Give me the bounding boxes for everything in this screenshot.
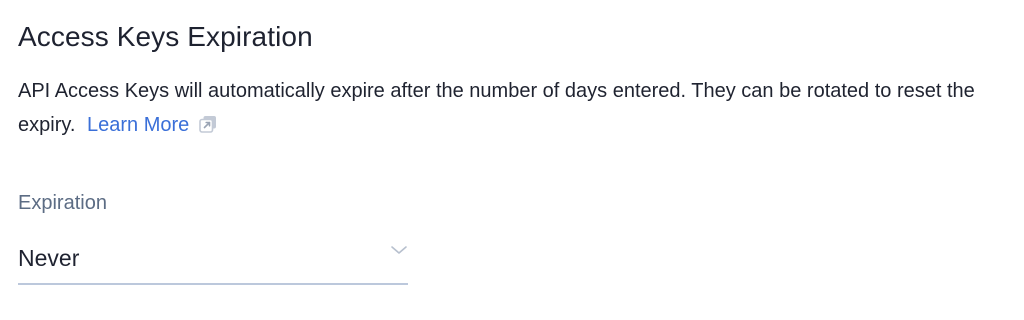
learn-more-link[interactable]: Learn More xyxy=(87,114,189,136)
expiration-label: Expiration xyxy=(18,192,107,214)
section-title: Access Keys Expiration xyxy=(18,21,313,52)
chevron-down-icon[interactable] xyxy=(390,243,408,257)
section-description: API Access Keys will automatically expir… xyxy=(18,74,1003,142)
external-link-icon[interactable] xyxy=(199,110,217,133)
access-keys-expiration-section: Access Keys Expiration API Access Keys w… xyxy=(18,0,1008,320)
expiration-selected-value: Never xyxy=(18,245,80,271)
expiration-select[interactable]: Never xyxy=(18,235,408,285)
